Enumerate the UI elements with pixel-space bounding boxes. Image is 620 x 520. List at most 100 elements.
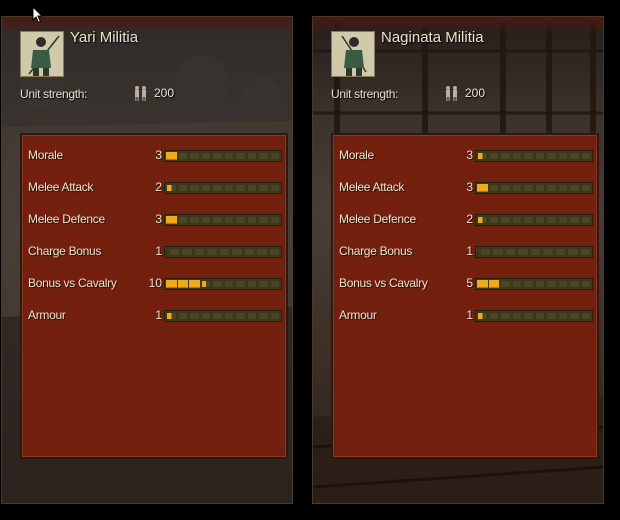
stat-bar bbox=[164, 310, 282, 322]
bar-segment bbox=[523, 184, 534, 192]
unit-portrait-naginata bbox=[331, 31, 375, 77]
stat-row-melee-attack[interactable]: Melee Attack 2 bbox=[28, 179, 284, 197]
bar-segment bbox=[189, 184, 200, 192]
bar-segment bbox=[557, 184, 568, 192]
bar-segment bbox=[557, 280, 568, 288]
bar-segment bbox=[246, 216, 257, 224]
bar-segment bbox=[166, 184, 177, 192]
stat-row-morale[interactable]: Morale 3 bbox=[28, 147, 284, 165]
bar-segment bbox=[177, 184, 188, 192]
stat-bar bbox=[475, 214, 593, 226]
stat-value: 5 bbox=[466, 276, 473, 290]
bar-segment bbox=[554, 248, 567, 256]
stat-row-charge-bonus[interactable]: Charge Bonus 1 bbox=[28, 243, 284, 261]
bar-segment bbox=[557, 152, 568, 160]
stat-row-armour[interactable]: Armour 1 bbox=[339, 307, 595, 325]
unit-name: Yari Militia bbox=[70, 29, 139, 46]
men-icon bbox=[446, 86, 457, 101]
bar-segment bbox=[557, 312, 568, 320]
stat-label: Melee Attack bbox=[339, 180, 405, 194]
bar-segment bbox=[546, 152, 557, 160]
stat-label: Armour bbox=[28, 308, 66, 322]
bar-segment bbox=[569, 216, 580, 224]
bar-segment bbox=[523, 152, 534, 160]
unit-strength-value: 200 bbox=[154, 86, 175, 100]
stats-list: Morale 3 Melee Attack 2 Melee Defence 3 Charge… bbox=[24, 137, 284, 455]
stats-list: Morale 3 Melee Attack 3 Melee Defence 2 Charge… bbox=[335, 137, 595, 455]
bar-segment bbox=[546, 184, 557, 192]
stat-value: 1 bbox=[466, 244, 473, 258]
stat-row-bonus-vs-cavalry[interactable]: Bonus vs Cavalry 10 bbox=[28, 275, 284, 293]
bar-segment bbox=[534, 312, 545, 320]
stat-value: 1 bbox=[466, 308, 473, 322]
stat-row-charge-bonus[interactable]: Charge Bonus 1 bbox=[339, 243, 595, 261]
unit-strength-value: 200 bbox=[465, 86, 486, 100]
bar-segment bbox=[580, 280, 591, 288]
stat-label: Morale bbox=[28, 148, 63, 162]
unit-card-yari-militia[interactable]: Yari Militia Unit strength: 200 Morale 3 M… bbox=[1, 16, 293, 504]
bar-segment bbox=[517, 248, 529, 256]
bar-segment bbox=[246, 184, 257, 192]
bar-segment bbox=[557, 216, 568, 224]
stat-bar bbox=[164, 182, 282, 194]
bar-segment bbox=[258, 280, 269, 288]
stat-bar bbox=[475, 182, 593, 194]
bar-segment bbox=[523, 216, 534, 224]
stat-value: 2 bbox=[155, 180, 162, 194]
bar-segment bbox=[235, 312, 246, 320]
bar-segment bbox=[256, 248, 268, 256]
stat-row-bonus-vs-cavalry[interactable]: Bonus vs Cavalry 5 bbox=[339, 275, 595, 293]
bar-segment bbox=[477, 280, 488, 288]
stat-value: 1 bbox=[155, 244, 162, 258]
stat-value: 2 bbox=[466, 212, 473, 226]
stat-label: Bonus vs Cavalry bbox=[28, 276, 117, 290]
bar-segment bbox=[166, 248, 168, 256]
bar-segment bbox=[534, 280, 545, 288]
bar-segment bbox=[243, 248, 256, 256]
bar-segment bbox=[546, 280, 557, 288]
bar-segment bbox=[166, 152, 177, 160]
bar-segment bbox=[258, 152, 269, 160]
bar-segment bbox=[269, 152, 280, 160]
bar-segment bbox=[511, 280, 522, 288]
arrow-cursor-icon bbox=[32, 6, 44, 24]
bar-segment bbox=[212, 184, 223, 192]
bar-segment bbox=[511, 216, 522, 224]
unit-card-naginata-militia[interactable]: Naginata Militia Unit strength: 200 Mora… bbox=[312, 16, 604, 504]
bar-segment bbox=[500, 184, 511, 192]
bar-segment bbox=[235, 152, 246, 160]
bar-segment bbox=[534, 184, 545, 192]
bar-segment bbox=[523, 280, 534, 288]
stat-value: 3 bbox=[155, 148, 162, 162]
bar-segment bbox=[223, 312, 234, 320]
bar-segment bbox=[511, 184, 522, 192]
bar-segment bbox=[189, 280, 200, 288]
bar-segment bbox=[166, 280, 177, 288]
bar-segment bbox=[235, 184, 246, 192]
stat-value: 1 bbox=[155, 308, 162, 322]
bar-segment bbox=[569, 280, 580, 288]
bar-segment bbox=[504, 248, 517, 256]
unit-name: Naginata Militia bbox=[381, 29, 484, 46]
stat-bar bbox=[164, 150, 282, 162]
bar-segment bbox=[212, 312, 223, 320]
bar-segment bbox=[477, 248, 479, 256]
bar-segment bbox=[580, 312, 591, 320]
bar-segment bbox=[200, 216, 211, 224]
stat-row-melee-defence[interactable]: Melee Defence 3 bbox=[28, 211, 284, 229]
stat-label: Armour bbox=[339, 308, 377, 322]
bar-segment bbox=[580, 152, 591, 160]
stat-label: Bonus vs Cavalry bbox=[339, 276, 428, 290]
bar-segment bbox=[488, 184, 499, 192]
stat-row-armour[interactable]: Armour 1 bbox=[28, 307, 284, 325]
stat-bar bbox=[164, 214, 282, 226]
stat-row-melee-attack[interactable]: Melee Attack 3 bbox=[339, 179, 595, 197]
bar-segment bbox=[223, 184, 234, 192]
bar-segment bbox=[534, 216, 545, 224]
stat-row-morale[interactable]: Morale 3 bbox=[339, 147, 595, 165]
bar-segment bbox=[523, 312, 534, 320]
stat-bar bbox=[164, 246, 282, 258]
stat-row-melee-defence[interactable]: Melee Defence 2 bbox=[339, 211, 595, 229]
bar-segment bbox=[492, 248, 504, 256]
bar-segment bbox=[269, 184, 280, 192]
